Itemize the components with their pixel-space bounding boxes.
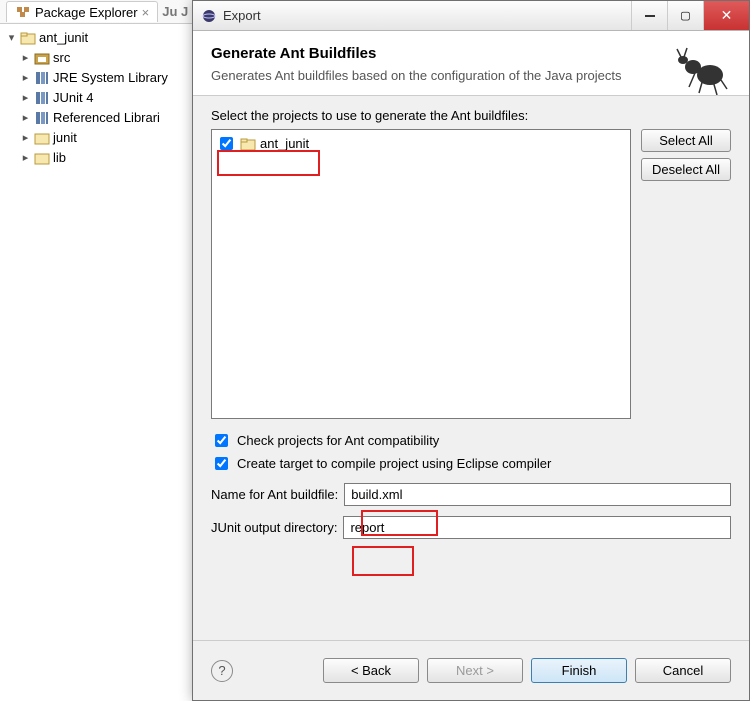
export-dialog: Export ▢ ✕ Generate Ant Buildfiles Gener… (192, 0, 750, 701)
project-name: ant_junit (260, 136, 309, 151)
window-buttons: ▢ ✕ (631, 1, 749, 30)
header-title: Generate Ant Buildfiles (211, 45, 731, 62)
dialog-title: Export (223, 8, 631, 23)
junit-dir-input[interactable] (343, 516, 731, 539)
library-icon (34, 90, 50, 106)
package-icon (15, 4, 31, 20)
next-button: Next > (427, 658, 523, 683)
collapse-icon[interactable]: ▾ (6, 29, 17, 47)
tree-label: JUnit 4 (53, 89, 93, 107)
folder-icon (34, 150, 50, 166)
package-explorer-tab[interactable]: Package Explorer × (6, 1, 158, 22)
tree-label: Referenced Librari (53, 109, 160, 127)
help-button[interactable]: ? (211, 660, 233, 682)
dialog-footer: ? < Back Next > Finish Cancel (193, 640, 749, 700)
project-row[interactable]: ant_junit (216, 134, 626, 153)
buildfile-name-label: Name for Ant buildfile: (211, 487, 338, 502)
project-icon (240, 136, 256, 152)
expand-icon[interactable]: ▸ (20, 129, 31, 147)
folder-icon (34, 130, 50, 146)
dialog-header: Generate Ant Buildfiles Generates Ant bu… (193, 31, 749, 96)
project-icon (20, 30, 36, 46)
tab-label: Package Explorer (35, 5, 138, 20)
select-all-button[interactable]: Select All (641, 129, 731, 152)
header-description: Generates Ant buildfiles based on the co… (211, 68, 631, 83)
select-projects-label: Select the projects to use to generate t… (211, 108, 731, 123)
check-compile-label: Create target to compile project using E… (237, 456, 551, 471)
tree-label: src (53, 49, 70, 67)
tree-label: ant_junit (39, 29, 88, 47)
deselect-all-button[interactable]: Deselect All (641, 158, 731, 181)
check-compile-checkbox[interactable] (215, 457, 228, 470)
expand-icon[interactable]: ▸ (20, 109, 31, 127)
finish-button[interactable]: Finish (531, 658, 627, 683)
eclipse-icon (201, 8, 217, 24)
expand-icon[interactable]: ▸ (20, 69, 31, 87)
dialog-body: Select the projects to use to generate t… (193, 96, 749, 551)
tab-close-icon[interactable]: × (142, 5, 150, 20)
library-icon (34, 110, 50, 126)
dialog-title-bar[interactable]: Export ▢ ✕ (193, 1, 749, 31)
close-button[interactable]: ✕ (703, 1, 749, 30)
check-compat-checkbox[interactable] (215, 434, 228, 447)
tree-label: lib (53, 149, 66, 167)
tree-label: JRE System Library (53, 69, 168, 87)
source-folder-icon (34, 50, 50, 66)
back-button[interactable]: < Back (323, 658, 419, 683)
expand-icon[interactable]: ▸ (20, 89, 31, 107)
expand-icon[interactable]: ▸ (20, 149, 31, 167)
other-tab-stub[interactable]: Ju J (162, 4, 188, 19)
check-compat-label: Check projects for Ant compatibility (237, 433, 439, 448)
tree-label: junit (53, 129, 77, 147)
buildfile-name-input[interactable] (344, 483, 731, 506)
library-icon (34, 70, 50, 86)
minimize-button[interactable] (631, 1, 667, 30)
ant-icon (675, 45, 731, 95)
expand-icon[interactable]: ▸ (20, 49, 31, 67)
projects-list[interactable]: ant_junit (211, 129, 631, 419)
maximize-button[interactable]: ▢ (667, 1, 703, 30)
cancel-button[interactable]: Cancel (635, 658, 731, 683)
project-checkbox[interactable] (220, 137, 233, 150)
junit-dir-label: JUnit output directory: (211, 520, 337, 535)
